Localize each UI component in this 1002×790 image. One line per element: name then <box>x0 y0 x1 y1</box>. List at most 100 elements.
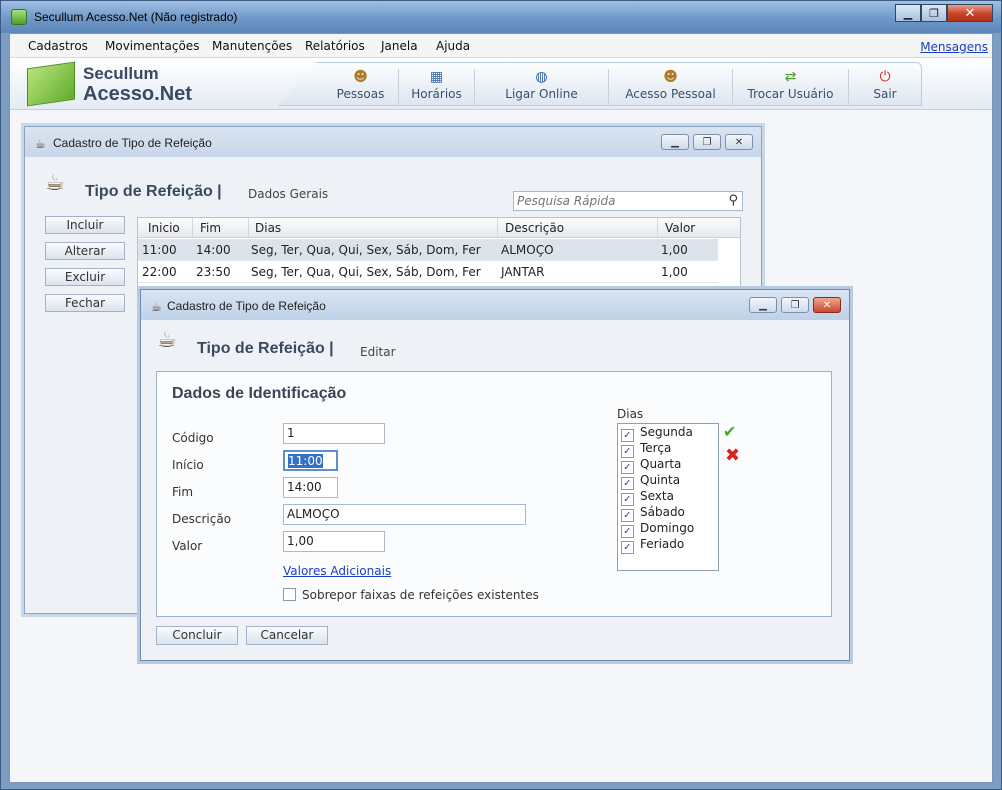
dia-item-domingo[interactable]: ✓ Domingo <box>618 521 718 538</box>
app-header: Secullum Acesso.Net ☻ Pessoas ▦ Horários… <box>10 58 992 110</box>
app-client-area: Cadastros Movimentações Manutenções Rela… <box>9 33 993 783</box>
col-descricao[interactable]: Descrição <box>505 221 564 235</box>
cell-valor: 1,00 <box>661 265 688 279</box>
dialog-minimize-button[interactable]: ▁ <box>749 297 777 313</box>
coffee-cup-icon: ☕ <box>45 171 65 196</box>
check-icon[interactable]: ✓ <box>621 541 634 554</box>
quick-search: ⚲ <box>513 191 743 211</box>
incluir-button[interactable]: Incluir <box>45 216 125 234</box>
cell-dias: Seg, Ter, Qua, Qui, Sex, Sáb, Dom, Fer <box>251 243 481 257</box>
cell-fim: 14:00 <box>196 243 231 257</box>
title-bar: Secullum Acesso.Net (Não registrado) ▁ ❐… <box>1 1 1001 33</box>
codigo-label: Código <box>172 431 214 445</box>
quick-search-input[interactable] <box>514 192 714 210</box>
toolbar-label: Sair <box>873 87 897 101</box>
col-inicio[interactable]: Inicio <box>148 221 180 235</box>
maximize-button[interactable]: ❐ <box>921 4 947 22</box>
globe-icon: ◍ <box>535 69 548 85</box>
col-valor[interactable]: Valor <box>665 221 695 235</box>
fim-field[interactable]: 14:00 <box>283 477 338 498</box>
main-toolbar: ☻ Pessoas ▦ Horários ◍ Ligar Online ☻ Ac… <box>278 62 922 106</box>
list-close-button[interactable]: ✕ <box>725 134 753 150</box>
toolbar-ligar-online-button[interactable]: ◍ Ligar Online <box>475 69 609 106</box>
coffee-cup-icon: ☕ <box>35 137 46 151</box>
logo-line2: Acesso.Net <box>83 83 192 105</box>
dia-label: Segunda <box>640 425 693 439</box>
fechar-button[interactable]: Fechar <box>45 294 125 312</box>
dia-item-segunda[interactable]: ✓ Segunda <box>618 425 718 442</box>
people-icon: ☻ <box>353 69 368 85</box>
dia-item-terca[interactable]: ✓ Terça <box>618 441 718 458</box>
sobrepor-checkbox-row[interactable]: Sobrepor faixas de refeições existentes <box>283 588 539 602</box>
uncheck-all-icon[interactable]: ✖ <box>725 445 740 466</box>
dialog-maximize-button[interactable]: ❐ <box>781 297 809 313</box>
window-controls: ▁ ❐ ✕ <box>895 4 993 22</box>
cell-inicio: 11:00 <box>142 243 177 257</box>
toolbar-pessoas-button[interactable]: ☻ Pessoas <box>323 69 399 106</box>
edit-dialog-title: Cadastro de Tipo de Refeição <box>167 299 326 313</box>
toolbar-label: Trocar Usuário <box>747 87 834 101</box>
sobrepor-checkbox[interactable] <box>283 588 296 601</box>
logo-line1: Secullum <box>83 64 159 83</box>
minimize-button[interactable]: ▁ <box>895 4 921 22</box>
section-title: Dados de Identificação <box>172 385 347 402</box>
edit-dialog-titlebar: ☕ Cadastro de Tipo de Refeição ▁ ❐ ✕ <box>141 290 849 320</box>
dia-label: Sábado <box>640 505 685 519</box>
dia-label: Quinta <box>640 473 681 487</box>
valores-adicionais-link[interactable]: Valores Adicionais <box>283 564 391 578</box>
dialog-close-button[interactable]: ✕ <box>813 297 841 313</box>
inicio-field[interactable]: 11:00 <box>283 450 338 471</box>
mensagens-link[interactable]: Mensagens <box>920 40 988 54</box>
excluir-button[interactable]: Excluir <box>45 268 125 286</box>
edit-subheading: Editar <box>360 345 396 359</box>
edit-dialog: ☕ Cadastro de Tipo de Refeição ▁ ❐ ✕ ☕ T… <box>140 289 850 661</box>
menu-relatorios[interactable]: Relatórios <box>305 39 365 53</box>
menu-janela[interactable]: Janela <box>381 39 418 53</box>
dia-label: Quarta <box>640 457 682 471</box>
dias-checklist: ✓ Segunda ✓ Terça ✓ Quarta ✓ Quinta ✓ Sexta ✓… <box>617 423 719 571</box>
search-icon[interactable]: ⚲ <box>728 193 738 208</box>
dia-item-sexta[interactable]: ✓ Sexta <box>618 489 718 506</box>
dia-item-quinta[interactable]: ✓ Quinta <box>618 473 718 490</box>
grid-header: Inicio Fim Dias Descrição Valor <box>138 218 740 238</box>
identification-panel: Dados de Identificação Código 1 Início 1… <box>156 371 832 617</box>
close-button[interactable]: ✕ <box>947 4 993 22</box>
list-minimize-button[interactable]: ▁ <box>661 134 689 150</box>
dia-label: Sexta <box>640 489 674 503</box>
list-window-controls: ▁ ❐ ✕ <box>661 134 753 150</box>
list-subheading: Dados Gerais <box>248 187 329 201</box>
col-fim[interactable]: Fim <box>200 221 221 235</box>
inicio-value: 11:00 <box>288 454 323 468</box>
table-row[interactable]: 11:00 14:00 Seg, Ter, Qua, Qui, Sex, Sáb… <box>138 239 718 261</box>
coffee-cup-icon: ☕ <box>151 300 162 314</box>
descricao-field[interactable]: ALMOÇO <box>283 504 526 525</box>
menu-cadastros[interactable]: Cadastros <box>28 39 88 53</box>
dia-item-quarta[interactable]: ✓ Quarta <box>618 457 718 474</box>
dia-item-sabado[interactable]: ✓ Sábado <box>618 505 718 522</box>
concluir-button[interactable]: Concluir <box>156 626 238 645</box>
toolbar-trocar-usuario-button[interactable]: ⇄ Trocar Usuário <box>733 69 849 106</box>
cell-descricao: JANTAR <box>501 265 545 279</box>
cancelar-button[interactable]: Cancelar <box>246 626 328 645</box>
toolbar-acesso-pessoal-button[interactable]: ☻ Acesso Pessoal <box>609 69 733 106</box>
cell-fim: 23:50 <box>196 265 231 279</box>
list-maximize-button[interactable]: ❐ <box>693 134 721 150</box>
col-dias[interactable]: Dias <box>255 221 281 235</box>
table-row[interactable]: 22:00 23:50 Seg, Ter, Qua, Qui, Sex, Sáb… <box>138 261 718 283</box>
cell-valor: 1,00 <box>661 243 688 257</box>
window-title: Secullum Acesso.Net (Não registrado) <box>34 10 238 24</box>
dia-item-feriado[interactable]: ✓ Feriado <box>618 537 718 554</box>
alterar-button[interactable]: Alterar <box>45 242 125 260</box>
codigo-field[interactable]: 1 <box>283 423 385 444</box>
check-all-icon[interactable]: ✔ <box>723 422 736 441</box>
menu-ajuda[interactable]: Ajuda <box>436 39 470 53</box>
toolbar-horarios-button[interactable]: ▦ Horários <box>399 69 475 106</box>
dias-label: Dias <box>617 407 644 421</box>
menu-movimentacoes[interactable]: Movimentações <box>105 39 199 53</box>
cell-dias: Seg, Ter, Qua, Qui, Sex, Sáb, Dom, Fer <box>251 265 481 279</box>
toolbar-sair-button[interactable]: ⏻ Sair <box>849 69 921 106</box>
coffee-cup-icon: ☕ <box>157 328 177 353</box>
menu-bar: Cadastros Movimentações Manutenções Rela… <box>10 34 992 58</box>
menu-manutencoes[interactable]: Manutenções <box>212 39 292 53</box>
valor-field[interactable]: 1,00 <box>283 531 385 552</box>
